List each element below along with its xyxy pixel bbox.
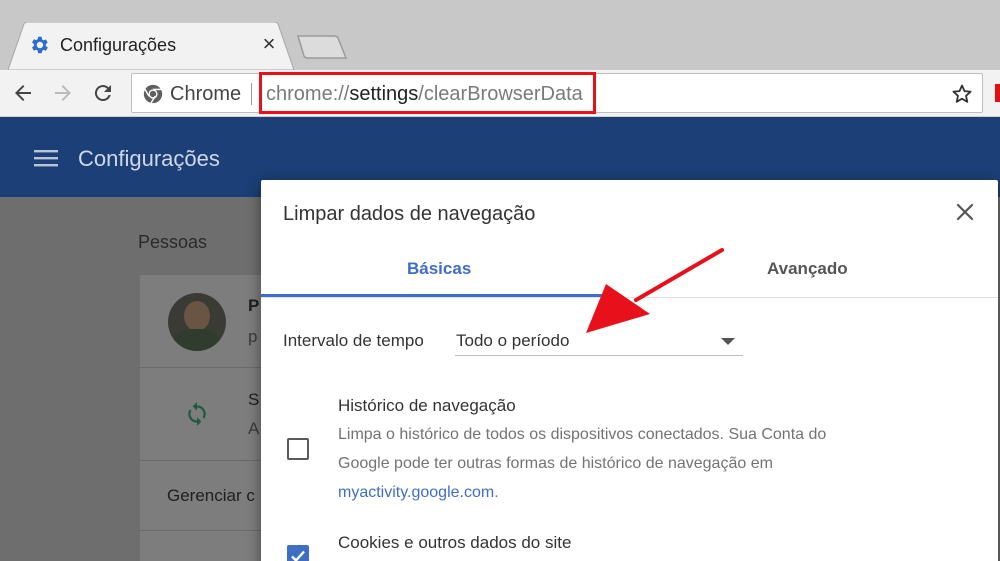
hamburger-menu-icon[interactable] xyxy=(34,148,58,168)
history-desc-line3: myactivity.google.com. xyxy=(338,478,938,507)
manage-people-link[interactable]: Gerenciar c xyxy=(167,486,255,506)
url-host: settings xyxy=(349,83,419,105)
page-title: Configurações xyxy=(78,146,220,171)
reload-icon xyxy=(94,85,111,102)
history-desc-line2: Google pode ter outras formas de históri… xyxy=(338,455,773,472)
history-option-title: Histórico de navegação xyxy=(338,396,516,415)
sync-icon xyxy=(188,402,206,426)
profile-subtitle: p xyxy=(248,327,258,346)
section-title: Pessoas xyxy=(138,232,208,252)
close-icon[interactable] xyxy=(953,200,977,224)
tab-close-icon[interactable]: × xyxy=(260,33,278,55)
cookies-checkbox[interactable] xyxy=(287,545,309,561)
sync-subtitle: A xyxy=(248,419,260,438)
sync-title: S xyxy=(248,390,260,409)
annotation-arrow xyxy=(586,248,724,333)
card-divider xyxy=(140,460,280,461)
extension-icon[interactable] xyxy=(995,84,1000,102)
back-arrow-icon xyxy=(15,85,31,101)
forward-arrow-icon xyxy=(55,85,71,101)
avatar[interactable] xyxy=(168,293,226,351)
card-divider xyxy=(140,367,280,368)
history-desc-line1: Limpa o histórico de todos os dispositiv… xyxy=(338,426,827,443)
cookies-option-title: Cookies e outros dados do site xyxy=(338,533,572,552)
link-suffix: . xyxy=(494,484,499,501)
bookmark-star-icon[interactable] xyxy=(950,82,974,106)
avatar-face xyxy=(184,301,210,331)
dialog-title: Limpar dados de navegação xyxy=(283,203,536,225)
reload-button[interactable] xyxy=(88,78,118,108)
gear-icon xyxy=(32,36,48,54)
clear-browsing-data-dialog: Limpar dados de navegação Básicas Avança… xyxy=(261,180,998,561)
tab-advanced[interactable]: Avançado xyxy=(767,258,848,280)
security-chip-label: Chrome xyxy=(170,83,242,105)
url-scheme: chrome:// xyxy=(266,83,350,105)
new-tab-button[interactable] xyxy=(296,34,348,60)
url-text[interactable]: chrome://settings/clearBrowserData xyxy=(266,82,583,106)
history-option-description: Limpa o histórico de todos os dispositiv… xyxy=(338,420,938,507)
myactivity-link[interactable]: myactivity.google.com xyxy=(338,484,494,501)
avatar-body xyxy=(174,329,220,351)
time-range-value: Todo o período xyxy=(456,331,570,350)
toolbar: Chrome chrome://settings/clearBrowserDat… xyxy=(0,70,1000,117)
history-checkbox[interactable] xyxy=(287,438,309,460)
back-button[interactable] xyxy=(8,78,38,108)
forward-button[interactable] xyxy=(48,78,78,108)
card-divider xyxy=(140,530,280,531)
checkmark-icon xyxy=(291,550,305,561)
tab-basic[interactable]: Básicas xyxy=(407,258,471,280)
chrome-icon xyxy=(143,84,163,104)
url-path: /clearBrowserData xyxy=(418,83,583,105)
tab-strip: Configurações × xyxy=(0,0,1000,70)
browser-tab[interactable]: Configurações × xyxy=(8,22,294,70)
time-range-label: Intervalo de tempo xyxy=(283,331,424,350)
chip-separator xyxy=(251,83,252,105)
tab-title: Configurações xyxy=(60,35,177,55)
profile-name: P xyxy=(248,296,260,315)
omnibox[interactable]: Chrome chrome://settings/clearBrowserDat… xyxy=(131,72,983,114)
